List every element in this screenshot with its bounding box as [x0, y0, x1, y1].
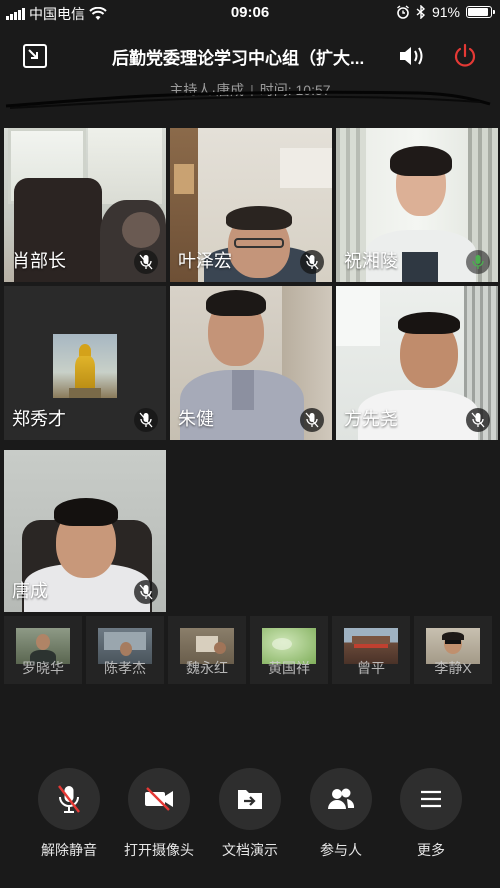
share-document-button[interactable]: 文档演示: [205, 768, 295, 860]
participant-thumbnail[interactable]: 李静X: [414, 616, 492, 684]
participant-name: 祝湘陵: [344, 251, 398, 271]
participant-thumbnail[interactable]: 黄国祥: [250, 616, 328, 684]
video-tile[interactable]: 方先尧: [336, 286, 498, 440]
bluetooth-icon: [416, 5, 425, 19]
participant-name: 郑秀才: [12, 409, 66, 429]
participant-name: 方先尧: [344, 409, 398, 429]
turn-on-camera-button[interactable]: 打开摄像头: [114, 768, 204, 860]
participants-icon: [328, 788, 355, 809]
status-right: 91%: [396, 4, 495, 20]
participants-button[interactable]: 参与人: [296, 768, 386, 860]
more-label: 更多: [417, 842, 445, 858]
video-tile[interactable]: 唐成: [4, 450, 166, 612]
share-document-icon: [238, 790, 262, 809]
camera-off-icon: [145, 787, 173, 811]
participant-thumbnail[interactable]: 魏永红: [168, 616, 246, 684]
participant-thumbnail[interactable]: 曾平: [332, 616, 410, 684]
camera-label: 打开摄像头: [124, 842, 194, 858]
thumbnail-name: 罗晓华: [22, 660, 64, 676]
alarm-icon: [397, 5, 409, 19]
participant-thumbnail-strip[interactable]: 罗晓华 陈孝杰 魏永红 黄国祥 曾平 李静X: [4, 616, 498, 684]
thumbnail-name: 陈孝杰: [104, 660, 146, 676]
unmute-button[interactable]: 解除静音: [24, 768, 114, 860]
battery-icon: [466, 6, 495, 18]
meeting-header: 后勤党委理论学习中心组（扩大...: [0, 34, 500, 78]
mic-speaking-icon: [466, 250, 490, 274]
mic-muted-icon: [300, 250, 324, 274]
menu-icon: [421, 790, 441, 808]
thumbnail-name: 李静X: [434, 660, 472, 676]
video-tile[interactable]: 朱健: [170, 286, 332, 440]
participant-name: 肖部长: [12, 251, 66, 271]
mic-muted-icon: [300, 408, 324, 432]
participant-thumbnail[interactable]: 罗晓华: [4, 616, 82, 684]
share-document-label: 文档演示: [222, 842, 278, 858]
mic-muted-icon: [58, 785, 80, 813]
mic-muted-icon: [134, 580, 158, 604]
avatar: [53, 334, 117, 398]
participant-name: 唐成: [12, 581, 48, 601]
thumbnail-name: 魏永红: [186, 660, 228, 676]
participant-name: 叶泽宏: [178, 251, 232, 271]
video-tile[interactable]: 郑秀才: [4, 286, 166, 440]
mic-muted-icon: [134, 408, 158, 432]
participant-name: 朱健: [178, 409, 214, 429]
mic-muted-icon: [466, 408, 490, 432]
minimize-window-icon[interactable]: [22, 43, 48, 69]
speaker-icon[interactable]: [398, 45, 426, 67]
video-tile[interactable]: 肖部长: [4, 128, 166, 282]
video-tile[interactable]: 祝湘陵: [336, 128, 498, 282]
end-meeting-icon[interactable]: [452, 43, 478, 69]
status-bar: 中国电信 09:06 91%: [0, 0, 500, 26]
participants-label: 参与人: [320, 842, 362, 858]
thumbnail-name: 曾平: [357, 660, 385, 676]
video-tile[interactable]: 叶泽宏: [170, 128, 332, 282]
battery-percent: 91%: [431, 4, 460, 20]
mic-muted-icon: [134, 250, 158, 274]
unmute-label: 解除静音: [41, 842, 97, 858]
more-button[interactable]: 更多: [386, 768, 476, 860]
meeting-toolbar: 解除静音 打开摄像头 文档演示 参与人 更多: [0, 768, 500, 868]
ink-scribble: [5, 90, 491, 109]
participant-thumbnail[interactable]: 陈孝杰: [86, 616, 164, 684]
thumbnail-name: 黄国祥: [268, 660, 310, 676]
meeting-title: 后勤党委理论学习中心组（扩大...: [112, 49, 365, 68]
